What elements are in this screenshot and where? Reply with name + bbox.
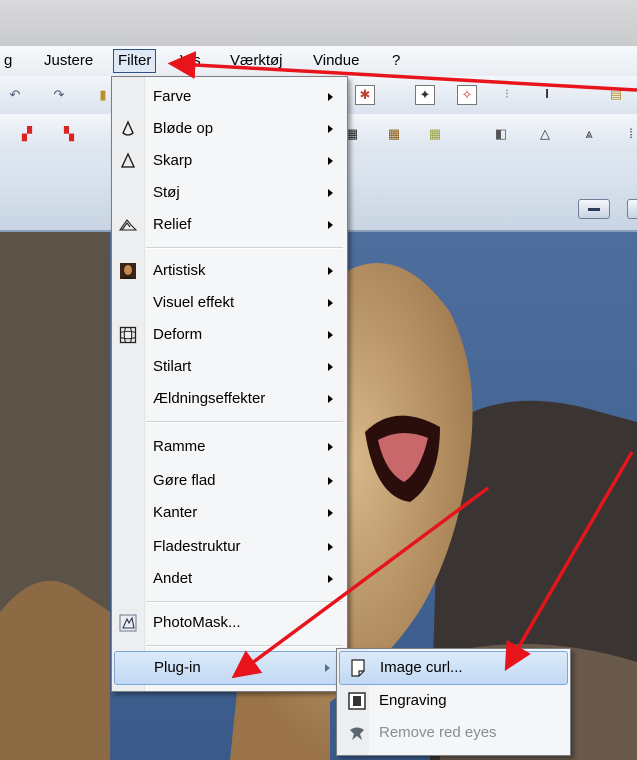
- menu-vindue[interactable]: Vindue: [313, 50, 359, 72]
- menu-item-label: Skarp: [153, 152, 193, 169]
- menu-separator: [146, 247, 343, 249]
- menu-item-label: Kanter: [153, 504, 198, 521]
- submenu-arrow-icon: [328, 299, 333, 307]
- mona-lisa-icon: [120, 263, 136, 279]
- menu-item-label: Relief: [153, 216, 192, 233]
- submenu-item-remove-red-eyes: Remove red eyes: [339, 717, 566, 749]
- menu-item-stilart[interactable]: Stilart: [112, 351, 347, 383]
- text-cursor-icon[interactable]: I: [538, 85, 556, 103]
- menu-item-stoj[interactable]: Støj: [112, 177, 347, 209]
- triangle-outline-icon: [120, 152, 136, 168]
- relief-icon: [119, 219, 137, 231]
- dots-icon[interactable]: ⁝: [498, 85, 516, 103]
- menu-separator: [146, 421, 343, 423]
- menu-item-label: Ramme: [153, 438, 206, 455]
- menu-item-kanter[interactable]: Kanter: [112, 497, 347, 529]
- submenu-arrow-icon: [328, 125, 333, 133]
- restore-button[interactable]: [627, 199, 637, 219]
- window-titlebar: [0, 0, 637, 46]
- menu-item-ramme[interactable]: Ramme: [112, 431, 347, 463]
- menu-item-label: Ældningseffekter: [153, 390, 266, 407]
- menu-item-label: PhotoMask...: [153, 614, 241, 631]
- menu-item-relief[interactable]: Relief: [112, 209, 347, 241]
- submenu-arrow-icon: [328, 93, 333, 101]
- submenu-arrow-icon: [328, 157, 333, 165]
- submenu-arrow-icon: [328, 509, 333, 517]
- submenu-item-image-curl[interactable]: Image curl...: [339, 651, 568, 685]
- menu-item-photomask[interactable]: PhotoMask...: [112, 607, 347, 639]
- submenu-arrow-icon: [328, 363, 333, 371]
- folder-icon[interactable]: ▤: [607, 85, 625, 103]
- menu-vis[interactable]: Vis: [180, 50, 201, 72]
- menu-item-label: Fladestruktur: [153, 538, 241, 555]
- menu-item-artistisk[interactable]: Artistisk: [112, 255, 347, 287]
- menu-item-label: Visuel effekt: [153, 294, 235, 311]
- undo-icon[interactable]: ↶: [6, 86, 24, 104]
- menu-item-gore-flad[interactable]: Gøre flad: [112, 465, 347, 497]
- menu-file-partial[interactable]: g: [4, 50, 12, 72]
- submenu-arrow-icon: [325, 664, 330, 672]
- menu-item-skarp[interactable]: Skarp: [112, 145, 347, 177]
- submenu-item-engraving[interactable]: Engraving: [339, 685, 566, 717]
- submenu-arrow-icon: [328, 477, 333, 485]
- grid-olive-icon[interactable]: ▦: [426, 125, 444, 143]
- plugin-submenu: Image curl... Engraving Remove red eyes: [336, 648, 571, 756]
- menu-item-plug-in[interactable]: Plug-in: [114, 651, 345, 685]
- redo-icon[interactable]: ↷: [50, 86, 68, 104]
- menu-item-label: Bløde op: [153, 120, 214, 137]
- tool-icon[interactable]: ▮: [94, 86, 112, 104]
- page-curl-icon: [351, 659, 365, 677]
- minimize-button[interactable]: [578, 199, 610, 219]
- submenu-arrow-icon: [328, 575, 333, 583]
- menu-item-label: Artistisk: [153, 262, 206, 279]
- submenu-arrow-icon: [328, 395, 333, 403]
- grid-warp-icon: [119, 326, 137, 344]
- submenu-item-label: Engraving: [379, 692, 447, 709]
- half-square-icon[interactable]: ◧: [492, 125, 510, 143]
- menu-vaerktoj[interactable]: Værktøj: [230, 50, 283, 72]
- submenu-arrow-icon: [328, 331, 333, 339]
- red-eye-icon: [350, 727, 364, 740]
- filter-menu: Farve Bløde op Skarp Støj Relief Artisti…: [111, 76, 348, 692]
- menu-separator: [146, 601, 343, 603]
- drops-icon[interactable]: ⩓: [580, 125, 598, 143]
- menu-item-label: Stilart: [153, 358, 192, 375]
- more-icon[interactable]: ⁞: [622, 125, 637, 143]
- submenu-arrow-icon: [328, 267, 333, 275]
- menu-item-label: Farve: [153, 88, 192, 105]
- color-plus-icon[interactable]: ▚: [60, 125, 78, 143]
- menu-item-label: Deform: [153, 326, 203, 343]
- submenu-arrow-icon: [328, 443, 333, 451]
- menu-bar: g Justere Filter Vis Værktøj Vindue ?: [0, 46, 637, 77]
- menu-item-fladestruktur[interactable]: Fladestruktur: [112, 531, 347, 563]
- submenu-item-label: Image curl...: [380, 659, 463, 676]
- menu-justere[interactable]: Justere: [44, 50, 93, 72]
- submenu-arrow-icon: [328, 543, 333, 551]
- person-filter-icon[interactable]: ✱: [355, 85, 375, 105]
- menu-item-label: Plug-in: [154, 659, 201, 676]
- menu-item-farve[interactable]: Farve: [112, 81, 347, 113]
- color-minus-icon[interactable]: ▞: [18, 125, 36, 143]
- menu-help[interactable]: ?: [392, 50, 400, 72]
- menu-filter[interactable]: Filter: [113, 49, 157, 73]
- menu-item-label: Gøre flad: [153, 472, 216, 489]
- menu-item-label: Støj: [153, 184, 180, 201]
- menu-item-andet[interactable]: Andet: [112, 563, 347, 595]
- grid-brown-icon[interactable]: ▦: [385, 125, 403, 143]
- figure-icon[interactable]: ✦: [415, 85, 435, 105]
- menu-separator: [146, 645, 343, 647]
- drop-icon[interactable]: △: [536, 125, 554, 143]
- engraving-icon: [348, 692, 366, 710]
- drop-outline-icon: [122, 120, 134, 136]
- menu-item-visuel-effekt[interactable]: Visuel effekt: [112, 287, 347, 319]
- menu-item-label: Andet: [153, 570, 193, 587]
- photomask-icon: [119, 614, 137, 632]
- submenu-item-label: Remove red eyes: [379, 724, 497, 741]
- figure-red-icon[interactable]: ✧: [457, 85, 477, 105]
- menu-item-aeldningseffekter[interactable]: Ældningseffekter: [112, 383, 347, 415]
- submenu-arrow-icon: [328, 189, 333, 197]
- menu-item-deform[interactable]: Deform: [112, 319, 347, 351]
- submenu-arrow-icon: [328, 221, 333, 229]
- menu-item-blode-op[interactable]: Bløde op: [112, 113, 347, 145]
